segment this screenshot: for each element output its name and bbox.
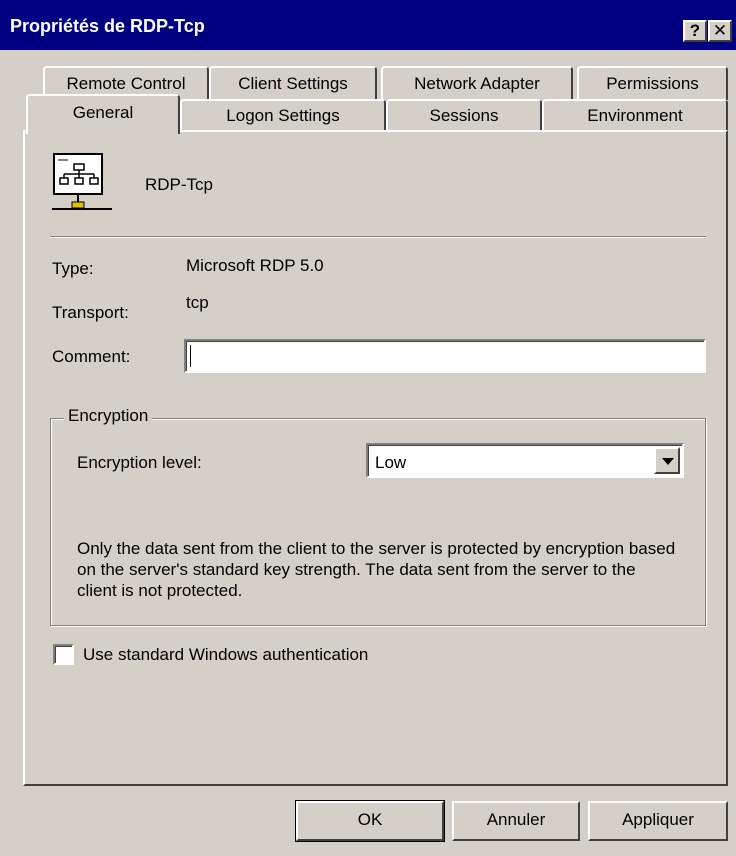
comment-field[interactable]	[184, 339, 706, 373]
help-icon[interactable]: ?	[683, 20, 707, 42]
encryption-level-label: Encryption level:	[77, 453, 202, 472]
tab-label: Sessions	[429, 106, 499, 125]
windows-auth-checkbox[interactable]	[53, 644, 74, 665]
tab-label: Logon Settings	[226, 106, 340, 125]
title-bar[interactable]: Propriétés de RDP-Tcp ? ✕	[0, 0, 736, 50]
tab-general[interactable]: General	[26, 94, 180, 134]
ok-button[interactable]: OK	[295, 800, 445, 842]
dropdown-button[interactable]	[654, 447, 680, 474]
tab-label: General	[72, 103, 134, 122]
separator	[50, 236, 706, 238]
tab-logon-settings[interactable]: Logon Settings	[180, 99, 386, 132]
transport-label: Transport:	[52, 303, 129, 322]
tab-network-adapter[interactable]: Network Adapter	[381, 66, 573, 100]
network-connection-icon	[52, 153, 112, 210]
dropdown-arrow-icon	[662, 458, 674, 465]
type-label: Type:	[52, 259, 94, 278]
encryption-level-select[interactable]: Low	[366, 443, 684, 478]
tab-permissions[interactable]: Permissions	[577, 66, 728, 100]
transport-value: tcp	[186, 293, 209, 312]
cancel-button[interactable]: Annuler	[452, 801, 580, 841]
tab-sessions[interactable]: Sessions	[386, 99, 542, 132]
tab-label: Network Adapter	[414, 74, 540, 93]
tab-label: Permissions	[606, 74, 699, 93]
encryption-group-title: Encryption	[64, 406, 153, 426]
tab-label: Environment	[587, 106, 683, 125]
connection-name: RDP-Tcp	[145, 175, 214, 194]
apply-button[interactable]: Appliquer	[588, 801, 728, 841]
close-icon[interactable]: ✕	[708, 20, 732, 42]
tab-environment[interactable]: Environment	[542, 99, 728, 132]
encryption-level-value: Low	[375, 453, 407, 472]
tab-label: Client Settings	[238, 74, 348, 93]
text-caret	[190, 345, 191, 367]
window-title: Propriétés de RDP-Tcp	[10, 16, 205, 36]
comment-label: Comment:	[52, 347, 131, 366]
windows-auth-label[interactable]: Use standard Windows authentication	[83, 645, 368, 665]
tab-client-settings[interactable]: Client Settings	[209, 66, 377, 100]
type-value: Microsoft RDP 5.0	[186, 256, 324, 275]
properties-dialog: Propriétés de RDP-Tcp ? ✕ Remote Control…	[0, 0, 736, 856]
encryption-description: Only the data sent from the client to th…	[77, 539, 676, 600]
tab-label: Remote Control	[66, 74, 186, 93]
